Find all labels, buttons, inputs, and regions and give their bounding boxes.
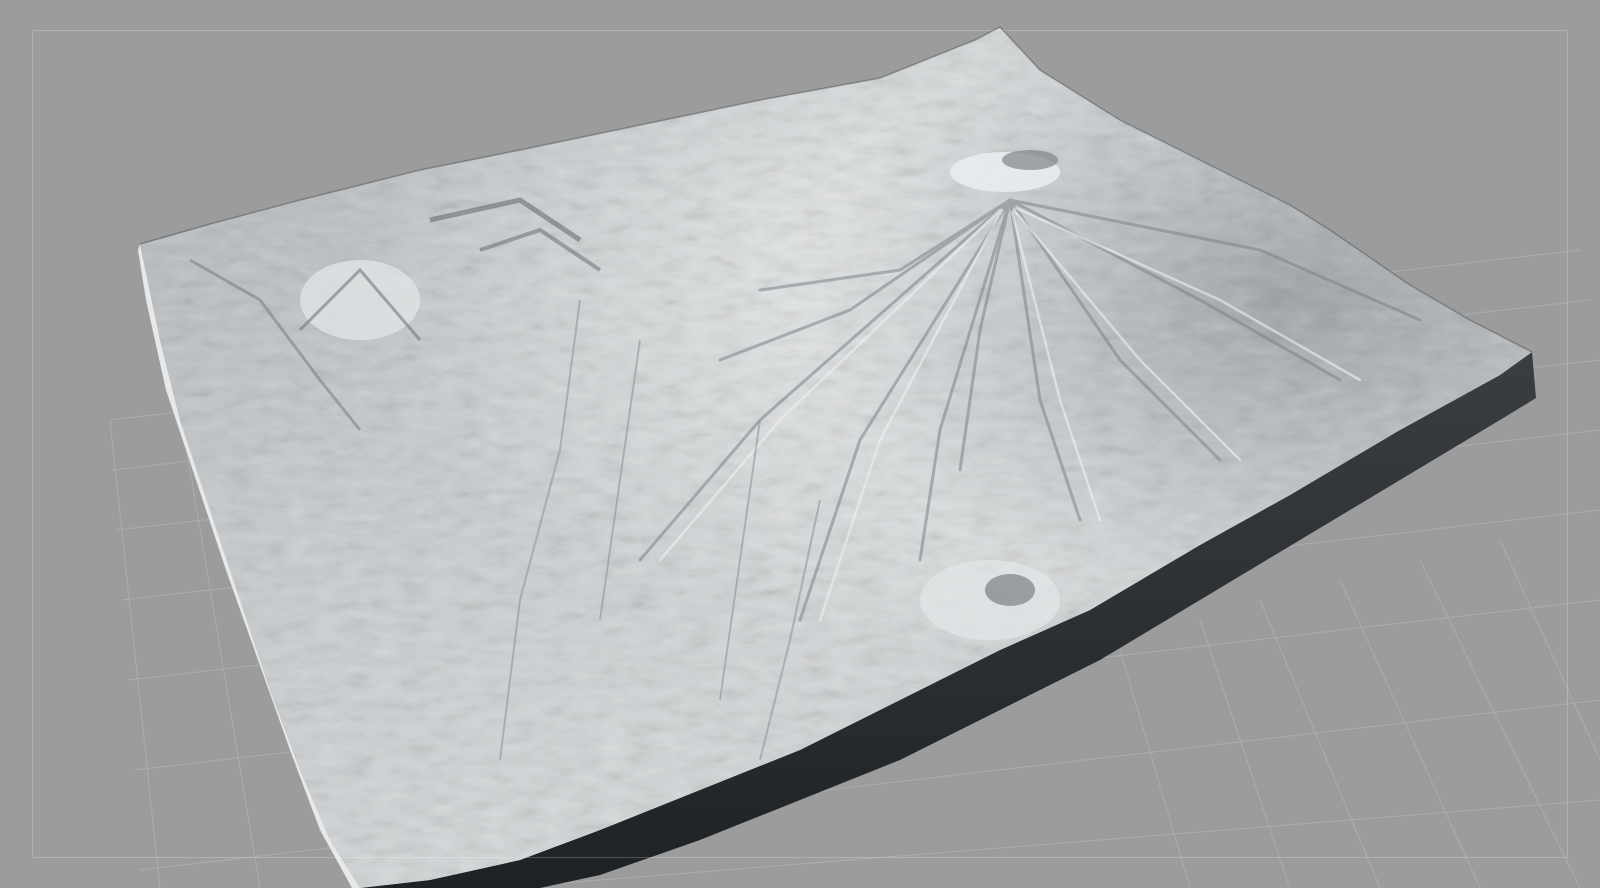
southeast-mound xyxy=(920,560,1060,640)
viewport-scene[interactable] xyxy=(0,0,1600,888)
3d-viewport[interactable] xyxy=(0,0,1600,888)
